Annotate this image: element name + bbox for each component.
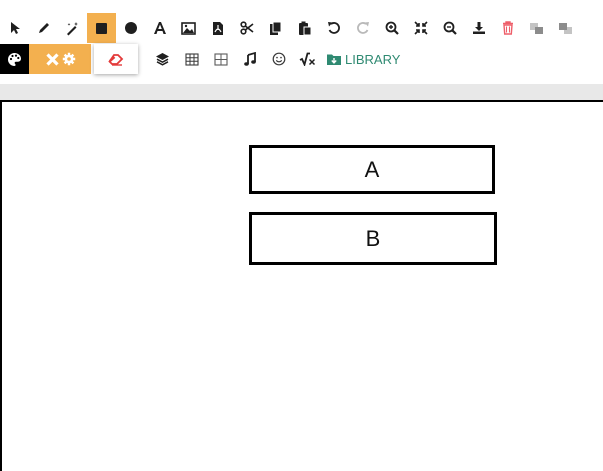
copy-button[interactable] [261, 13, 290, 43]
eraser-tool-button[interactable] [94, 44, 138, 74]
toolbar: LIBRARY [0, 0, 603, 84]
pencil-icon [38, 23, 49, 33]
toolbar-row-1 [0, 13, 580, 43]
shape-label: A [364, 156, 380, 182]
bring-forward-button[interactable] [522, 13, 551, 43]
redo-icon [356, 22, 369, 34]
undo-icon [327, 22, 340, 34]
undo-button[interactable] [319, 13, 348, 43]
text-tool-button[interactable] [145, 13, 174, 43]
trash-icon [502, 21, 513, 35]
smiley-icon [272, 52, 285, 66]
grid-icon [213, 52, 228, 66]
magic-wand-icon [67, 21, 78, 35]
eraser-icon [108, 53, 124, 66]
cut-button[interactable] [232, 13, 261, 43]
copy-icon [270, 21, 282, 35]
text-icon [153, 22, 166, 34]
pdf-file-icon [212, 21, 223, 35]
magic-wand-tool-button[interactable] [58, 13, 87, 43]
download-icon [472, 22, 485, 34]
rectangle-shape-b[interactable]: B [249, 212, 497, 265]
gear-icon [62, 52, 75, 66]
select-tool-button[interactable] [0, 13, 29, 43]
layers-icon [156, 53, 169, 66]
pdf-tool-button[interactable] [203, 13, 232, 43]
color-palette-button[interactable] [0, 44, 29, 74]
folder-download-icon [327, 54, 341, 65]
math-formula-button[interactable] [293, 44, 322, 74]
zoom-in-button[interactable] [377, 13, 406, 43]
toolbar-divider-band [0, 84, 603, 100]
paste-icon [298, 21, 311, 35]
redo-button[interactable] [348, 13, 377, 43]
rectangle-tool-button[interactable] [87, 13, 116, 43]
rectangle-shape-a[interactable]: A [249, 145, 495, 194]
zoom-out-icon [443, 21, 457, 35]
delete-button[interactable] [493, 13, 522, 43]
paste-button[interactable] [290, 13, 319, 43]
layers-button[interactable] [148, 44, 177, 74]
scissors-icon [239, 21, 254, 35]
library-button[interactable]: LIBRARY [322, 44, 404, 74]
table-icon [184, 52, 199, 66]
circle-tool-button[interactable] [116, 13, 145, 43]
emoji-button[interactable] [264, 44, 293, 74]
drawing-canvas[interactable]: A B [0, 100, 603, 471]
grid-button[interactable] [206, 44, 235, 74]
clear-settings-button[interactable] [29, 44, 91, 74]
fit-to-screen-button[interactable] [406, 13, 435, 43]
table-button[interactable] [177, 44, 206, 74]
music-note-icon [243, 52, 256, 66]
pencil-tool-button[interactable] [29, 13, 58, 43]
image-tool-button[interactable] [174, 13, 203, 43]
library-label: LIBRARY [345, 51, 401, 67]
zoom-in-icon [385, 21, 399, 35]
circle-icon [124, 22, 137, 34]
download-button[interactable] [464, 13, 493, 43]
palette-icon [8, 52, 21, 66]
square-root-icon [299, 52, 316, 66]
x-mark-icon [45, 52, 59, 66]
toolbar-row-2: LIBRARY [0, 44, 404, 74]
cursor-icon [10, 22, 20, 34]
compress-icon [413, 21, 428, 35]
audio-button[interactable] [235, 44, 264, 74]
square-icon [96, 22, 107, 34]
bring-forward-icon [530, 22, 543, 34]
send-backward-button[interactable] [551, 13, 580, 43]
send-backward-icon [559, 22, 572, 34]
image-icon [181, 21, 196, 35]
shape-label: B [365, 225, 381, 251]
zoom-out-button[interactable] [435, 13, 464, 43]
